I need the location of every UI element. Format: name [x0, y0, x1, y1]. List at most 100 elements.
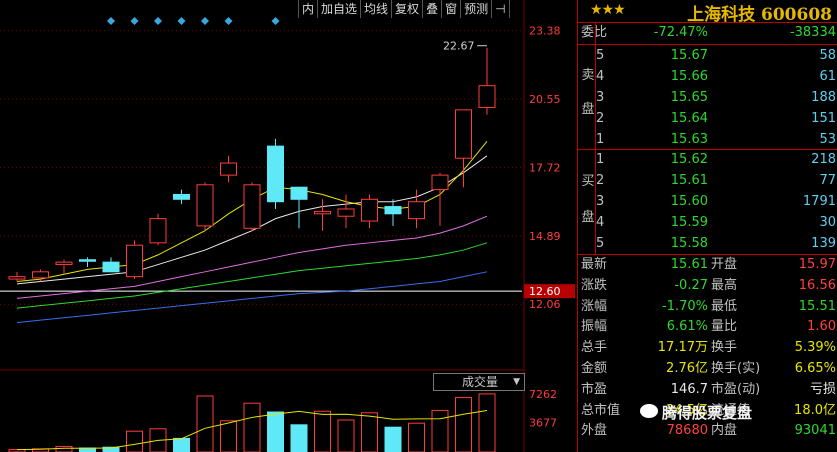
quote-panel: ★★★ 上海科技 600608 委比 -72.47% -38334 5 15.67…: [577, 0, 837, 452]
volume-bar: [314, 410, 331, 452]
toolbar-button-ma[interactable]: 均线: [360, 0, 391, 18]
divider: [578, 44, 837, 45]
wechat-icon: [640, 404, 658, 418]
ask-price: 15.64: [670, 111, 708, 126]
ask-price: 15.65: [670, 90, 708, 105]
stat-value: 17.17万: [657, 340, 708, 356]
weibi-diff: -38334: [789, 25, 836, 40]
bid-volume: 1791: [802, 194, 836, 209]
bid-volume: 30: [819, 215, 836, 230]
volume-tick-label: 7262: [529, 388, 557, 401]
sell-row: 5 15.67 58: [578, 46, 837, 66]
bid-volume: 77: [819, 173, 836, 188]
stat-value: -1.70%: [662, 298, 708, 314]
sell-side-label-2: 盘: [581, 102, 595, 117]
candle-body: [408, 201, 425, 220]
stat-value: 15.97: [798, 257, 836, 272]
buy-row: 4 15.59 30: [578, 213, 837, 233]
pin-icon[interactable]: ⊣: [491, 0, 510, 18]
volume-bar: [361, 412, 378, 452]
ask-price: 15.66: [670, 69, 708, 84]
stat-label: 换手(实): [711, 361, 761, 376]
candle-body: [455, 109, 472, 159]
level-number: 2: [596, 111, 605, 126]
ask-volume: 58: [819, 48, 836, 63]
stat-value: 93041: [794, 423, 836, 439]
bid-volume: 218: [811, 152, 836, 167]
stat-label: 换手: [711, 340, 738, 356]
weibi-label: 委比: [581, 25, 608, 40]
stat-value: 2.76亿: [666, 361, 708, 376]
stat-row: 涨跌 -0.27 最高 16.56: [578, 276, 837, 296]
ask-volume: 151: [811, 111, 836, 126]
stat-label: 开盘: [711, 257, 738, 272]
stat-row: 最新 15.61 开盘 15.97: [578, 255, 837, 275]
candle-body: [267, 145, 284, 203]
stat-label: 最新: [581, 257, 608, 272]
stat-row: 总手 17.17万 换手 5.39%: [578, 338, 837, 358]
price-tick-label: 23.38: [529, 25, 561, 38]
candle-body: [361, 198, 378, 222]
weibi-pct: -72.47%: [653, 25, 708, 40]
stat-label: 总市值: [581, 402, 621, 418]
volume-bar: [384, 426, 402, 452]
stat-label: 市盈(动): [711, 381, 761, 397]
divider: [595, 22, 596, 254]
candle-body: [149, 218, 167, 244]
stat-label: 涨跌: [581, 277, 608, 293]
buy-side-label-1: 买: [581, 174, 595, 189]
stat-value: 15.61: [670, 257, 708, 272]
volume-bar: [337, 419, 355, 452]
level-number: 1: [596, 152, 605, 167]
volume-tick-label: 3677: [529, 417, 557, 430]
toolbar-button-window[interactable]: 窗: [441, 0, 460, 18]
sell-row: 2 15.64 151: [578, 109, 837, 129]
stat-value: 16.56: [798, 277, 836, 293]
high-price-annotation: 22.67: [443, 40, 475, 53]
volume-indicator-select[interactable]: 成交量 ▼: [433, 373, 525, 391]
volume-bar: [126, 430, 143, 452]
bid-price: 15.58: [670, 236, 708, 251]
toolbar-button-add-watchlist[interactable]: 加自选: [317, 0, 360, 18]
candle-body: [337, 208, 355, 217]
stock-title: 上海科技 600608: [687, 0, 832, 25]
sell-row: 3 15.65 188: [578, 88, 837, 108]
candle-body: [126, 244, 143, 278]
toolbar-button-inner[interactable]: 内: [298, 0, 317, 18]
candle-body: [431, 174, 449, 191]
weibi-row: 委比 -72.47% -38334: [578, 23, 837, 43]
level-number: 2: [596, 173, 605, 188]
toolbar-button-forecast[interactable]: 预测: [460, 0, 491, 18]
volume-bar: [478, 393, 496, 452]
volume-bar: [431, 409, 449, 452]
stat-label: 最低: [711, 298, 738, 314]
buy-row: 2 15.61 77: [578, 171, 837, 191]
toolbar-button-adjust[interactable]: 复权: [391, 0, 422, 18]
volume-bar: [220, 420, 237, 452]
candle-body: [384, 206, 402, 215]
candle-body: [79, 259, 96, 262]
price-tick-label: 17.72: [529, 161, 561, 174]
stock-name: 上海科技: [687, 5, 756, 25]
bid-price: 15.60: [670, 194, 708, 209]
buy-row: 1 15.62 218: [578, 150, 837, 170]
stat-row: 市盈 146.7 市盈(动) 亏损: [578, 380, 837, 400]
stat-value: 6.65%: [794, 361, 836, 376]
volume-bar: [196, 395, 214, 452]
stat-value: 亏损: [809, 381, 836, 397]
chevron-down-icon: ▼: [513, 377, 520, 387]
stat-value: 1.60: [807, 319, 836, 335]
toolbar-button-overlay[interactable]: 叠: [422, 0, 441, 18]
level-number: 4: [596, 69, 605, 84]
stat-label: 量比: [711, 319, 738, 335]
sell-row: 1 15.63 53: [578, 130, 837, 150]
price-tick-label: 20.55: [529, 93, 561, 106]
bid-volume: 139: [811, 236, 836, 251]
stat-row: 振幅 6.61% 量比 1.60: [578, 317, 837, 337]
candle-body: [220, 162, 237, 176]
stat-value: -0.27: [674, 277, 708, 293]
stock-code: 600608: [761, 5, 832, 25]
level-number: 3: [596, 90, 605, 105]
candle-body: [290, 186, 308, 200]
stat-value: 18.0亿: [794, 402, 836, 418]
